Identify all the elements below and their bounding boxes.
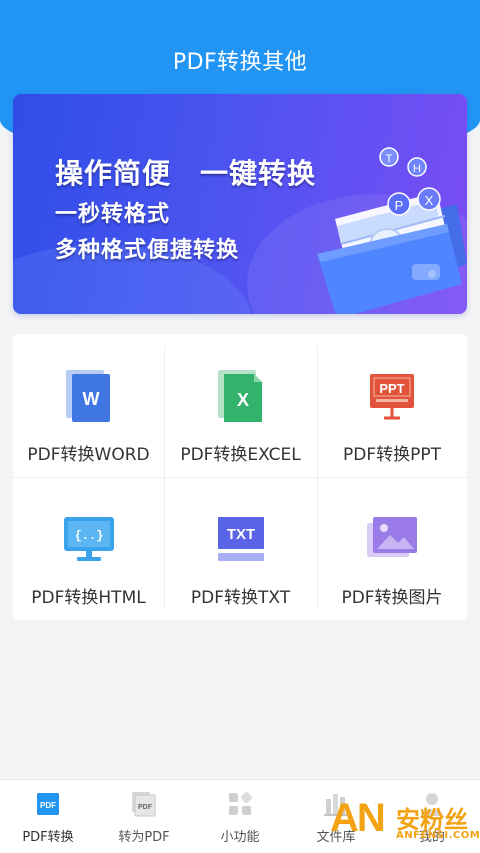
svg-text:PDF: PDF [40,801,56,810]
svg-text:PPT: PPT [379,381,404,396]
art-letter-t: T [386,153,393,165]
tool-pdf-to-excel[interactable]: X PDF转换EXCEL [164,334,317,477]
html-icon: {..} [61,509,117,569]
tool-label: PDF转换图片 [341,588,443,608]
tab-label: PDF转换 [22,830,74,845]
tool-pdf-to-word[interactable]: W PDF转换WORD [13,334,164,477]
banner-headline: 操作简便 一键转换 [55,157,317,190]
tab-to-pdf[interactable]: PDF 转为PDF [96,780,192,853]
widgets-icon [226,790,254,818]
txt-icon: TXT [213,509,269,569]
banner-folder-illustration: W T H P X [317,147,467,314]
to-pdf-icon: PDF [130,790,158,818]
tool-label: PDF转换HTML [31,588,146,608]
page-title: PDF转换其他 [172,50,308,75]
svg-text:{..}: {..} [74,529,103,543]
image-icon [364,509,420,569]
tool-pdf-to-image[interactable]: PDF转换图片 [317,477,467,620]
tab-label: 小功能 [220,830,260,845]
watermark-en: ANFENSI.COM [396,830,480,841]
tool-label: PDF转换TXT [190,588,291,608]
svg-text:TXT: TXT [226,526,254,543]
banner-subline-2: 多种格式便捷转换 [55,238,240,263]
svg-text:PDF: PDF [138,804,153,811]
promo-banner[interactable]: 操作简便 一键转换 一秒转格式 多种格式便捷转换 W T H P X [13,94,467,314]
word-icon: W [61,366,117,426]
watermark-logo: AN [330,796,386,840]
site-watermark: AN 安粉丝 ANFENSI.COM [330,796,480,853]
art-letter-h: H [413,163,421,175]
tab-widgets[interactable]: 小功能 [192,780,288,853]
tab-pdf-convert[interactable]: PDF PDF转换 [0,780,96,853]
svg-text:X: X [236,390,248,410]
art-letter-x: X [425,193,434,208]
svg-text:W: W [82,389,99,409]
tool-pdf-to-ppt[interactable]: PPT PDF转换PPT [317,334,467,477]
art-letter-p: P [395,198,404,213]
tab-label: 转为PDF [118,830,170,845]
tool-label: PDF转换EXCEL [180,445,301,465]
excel-icon: X [213,366,269,426]
banner-subline-1: 一秒转格式 [55,202,171,227]
pdf-convert-icon: PDF [34,790,62,818]
tools-grid: W PDF转换WORD X PDF转换EXCEL PPT PDF转换PPT {.… [13,334,467,620]
tool-pdf-to-txt[interactable]: TXT PDF转换TXT [164,477,317,620]
tool-label: PDF转换PPT [342,445,441,465]
ppt-icon: PPT [364,366,420,426]
tool-label: PDF转换WORD [27,445,150,465]
tool-pdf-to-html[interactable]: {..} PDF转换HTML [13,477,164,620]
